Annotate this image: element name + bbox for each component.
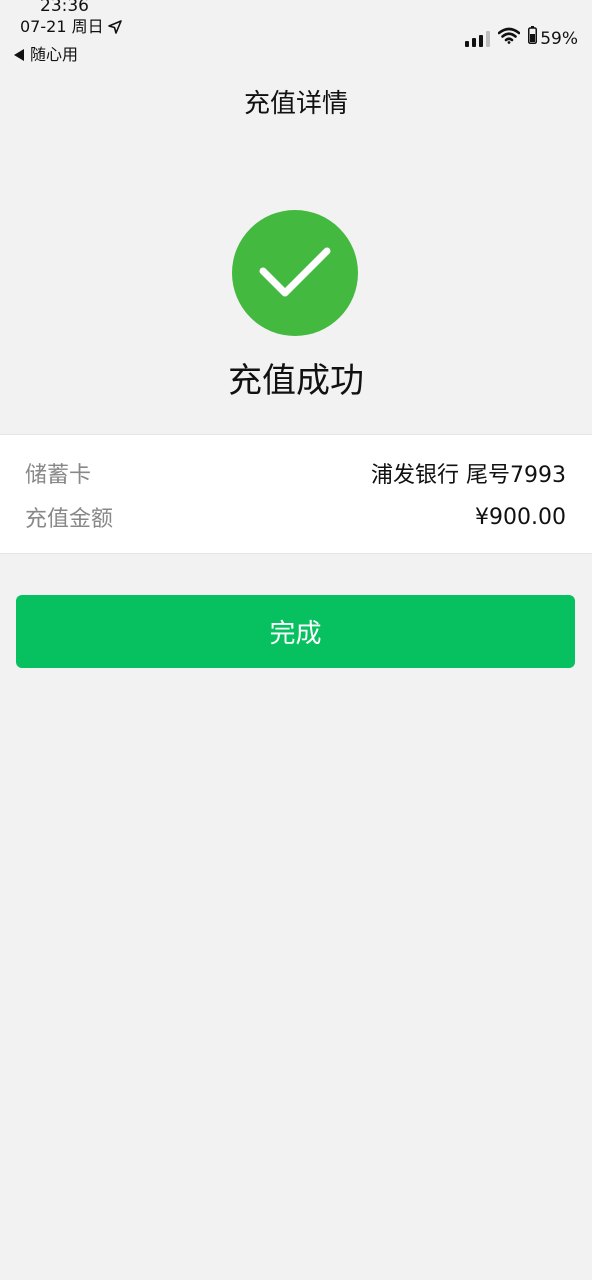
status-bar: 23:36 07-21 周日 随心用 59% (0, 0, 592, 70)
back-triangle-icon (14, 49, 24, 61)
battery-percent: 59% (540, 28, 578, 49)
location-arrow-icon (107, 20, 122, 34)
detail-row-card: 储蓄卡 浦发银行 尾号7993 (25, 457, 566, 489)
battery-indicator: 59% (528, 26, 578, 51)
success-check-icon (232, 210, 358, 336)
cellular-signal-icon (465, 30, 491, 47)
status-date-row: 07-21 周日 (20, 16, 122, 38)
done-button[interactable]: 完成 (16, 595, 575, 668)
status-time: 23:36 (40, 0, 89, 16)
status-date: 07-21 周日 (20, 17, 104, 36)
detail-label: 储蓄卡 (25, 463, 92, 488)
detail-row-amount: 充值金额 ¥900.00 (25, 501, 566, 533)
page-title: 充值详情 (243, 89, 348, 119)
result-status-text: 充值成功 (228, 361, 364, 401)
back-to-app-button[interactable]: 随心用 (14, 44, 78, 66)
back-app-label: 随心用 (30, 45, 79, 64)
detail-label: 充值金额 (25, 507, 114, 532)
detail-value: 浦发银行 尾号7993 (371, 463, 566, 488)
battery-icon (528, 26, 538, 51)
detail-panel: 储蓄卡 浦发银行 尾号7993 充值金额 ¥900.00 (0, 434, 592, 554)
wifi-icon (497, 27, 521, 51)
detail-value: ¥900.00 (475, 504, 566, 530)
status-indicators: 59% (465, 26, 578, 51)
